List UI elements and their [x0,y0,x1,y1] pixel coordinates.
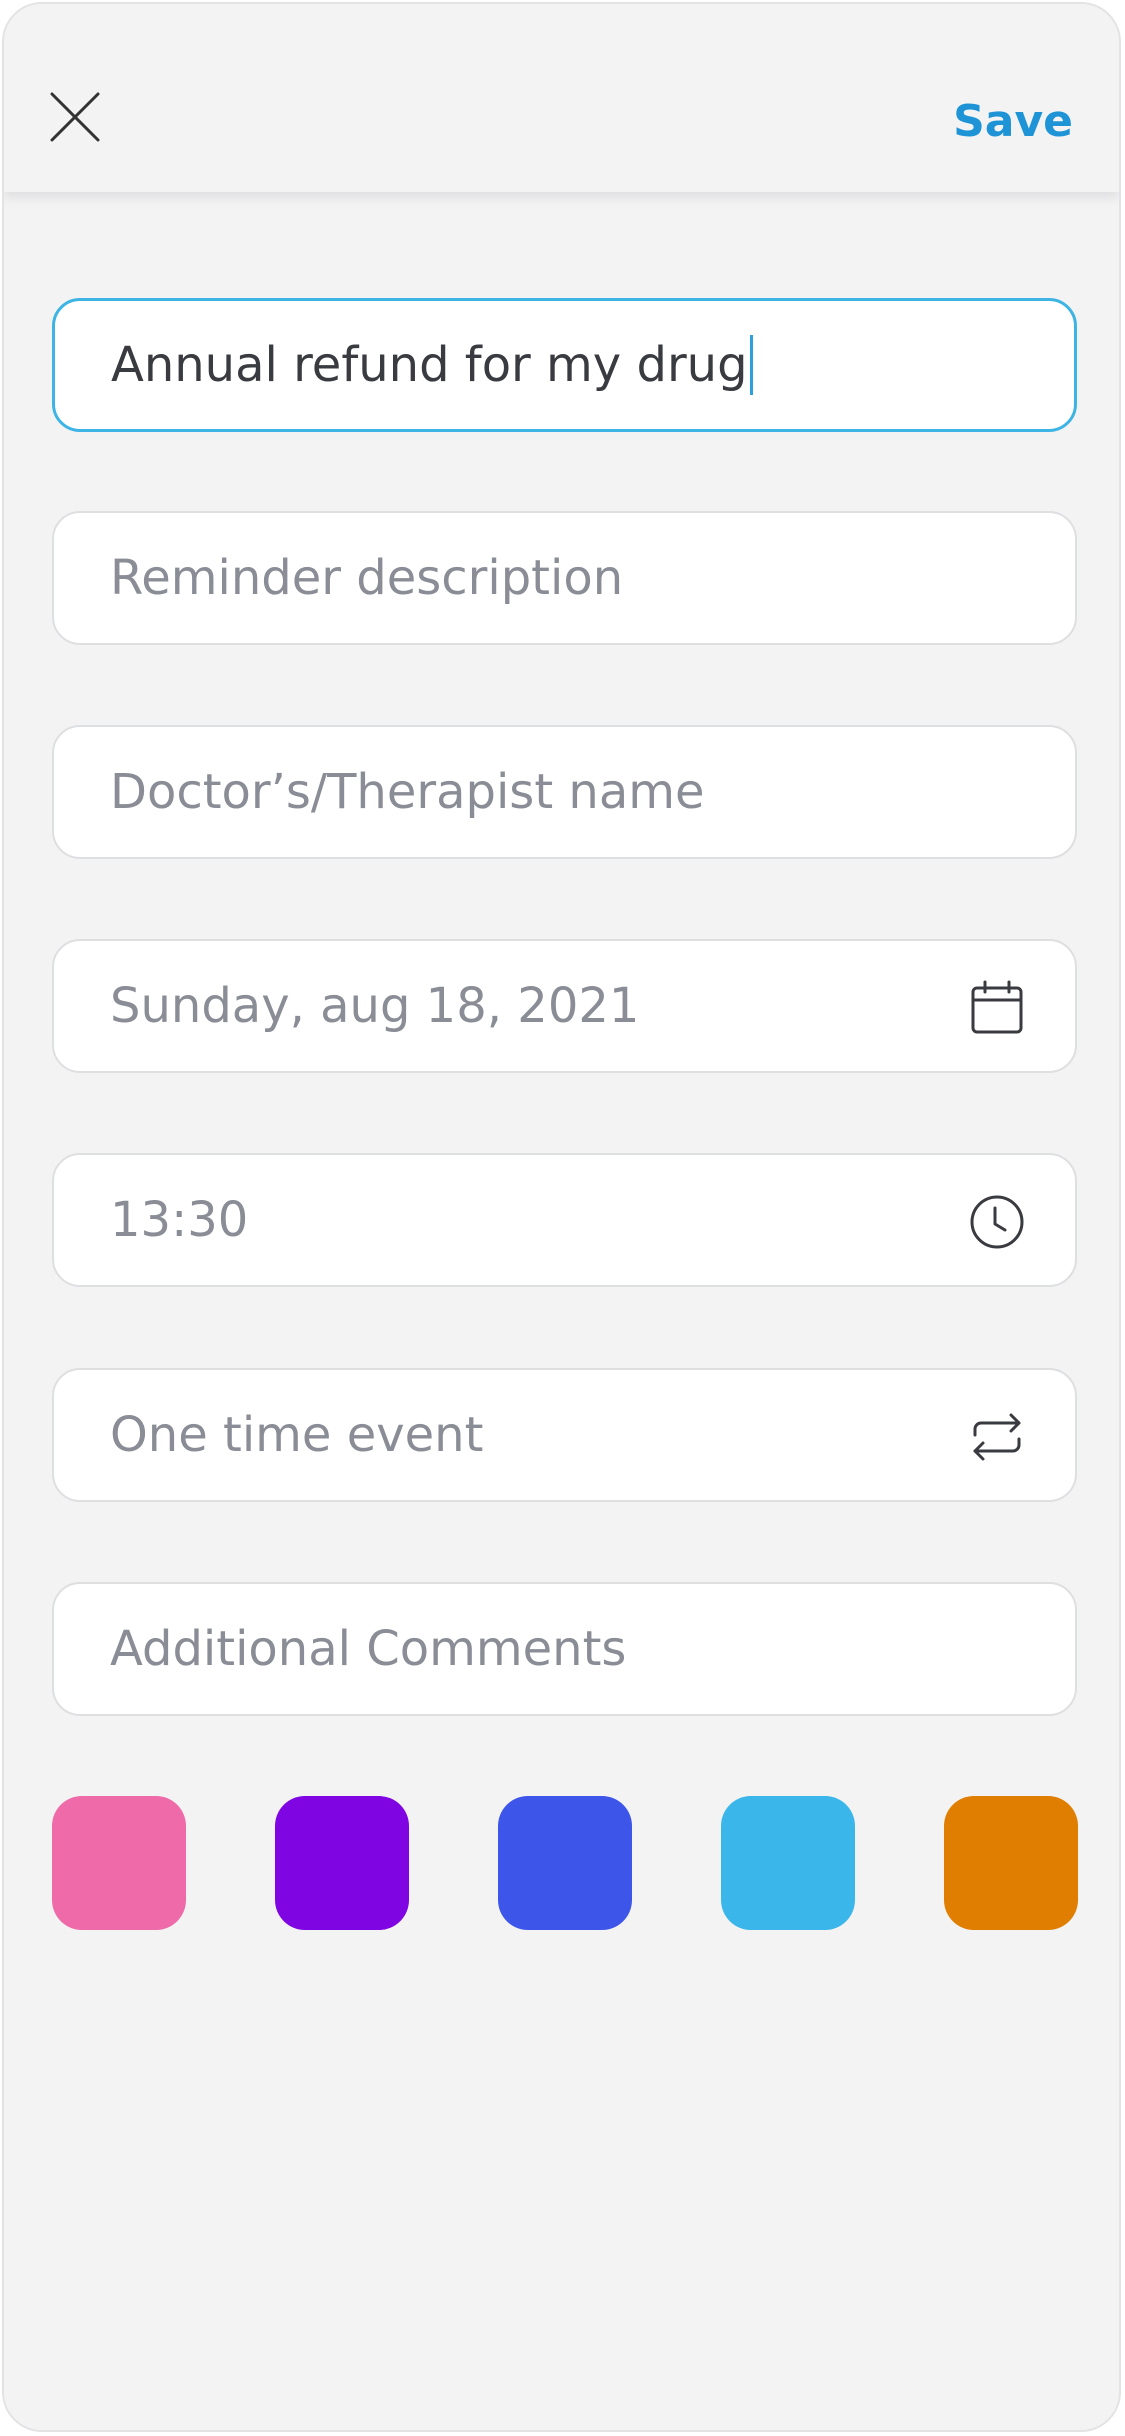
close-icon [50,92,100,142]
phone-screen: Save Annual refund for my drug Reminder … [2,2,1121,2432]
time-picker[interactable]: 13:30 [52,1153,1077,1287]
date-picker[interactable]: Sunday, aug 18, 2021 [52,939,1077,1073]
save-button[interactable]: Save [953,92,1073,152]
doctor-name-input[interactable]: Doctor’s/Therapist name [52,725,1077,859]
calendar-icon[interactable] [967,978,1027,1038]
color-swatch-blue[interactable] [498,1796,632,1930]
time-value: 13:30 [110,1192,249,1248]
repeat-value: One time event [110,1407,484,1463]
description-input[interactable]: Reminder description [52,511,1077,645]
close-button[interactable] [48,90,102,144]
color-swatch-light-blue[interactable] [721,1796,855,1930]
comments-input[interactable]: Additional Comments [52,1582,1077,1716]
comments-placeholder: Additional Comments [110,1621,627,1677]
color-swatch-pink[interactable] [52,1796,186,1930]
repeat-selector[interactable]: One time event [52,1368,1077,1502]
title-input[interactable]: Annual refund for my drug [52,298,1077,432]
repeat-icon[interactable] [967,1407,1027,1467]
text-caret [749,335,753,395]
clock-icon[interactable] [967,1192,1027,1252]
top-bar: Save [4,4,1119,192]
title-input-value: Annual refund for my drug [111,337,748,393]
color-picker [52,1796,1078,1930]
color-swatch-orange[interactable] [944,1796,1078,1930]
description-placeholder: Reminder description [110,550,624,606]
date-value: Sunday, aug 18, 2021 [110,978,640,1034]
color-swatch-purple[interactable] [275,1796,409,1930]
title-input-value-wrap: Annual refund for my drug [111,301,753,429]
doctor-name-placeholder: Doctor’s/Therapist name [110,764,705,820]
